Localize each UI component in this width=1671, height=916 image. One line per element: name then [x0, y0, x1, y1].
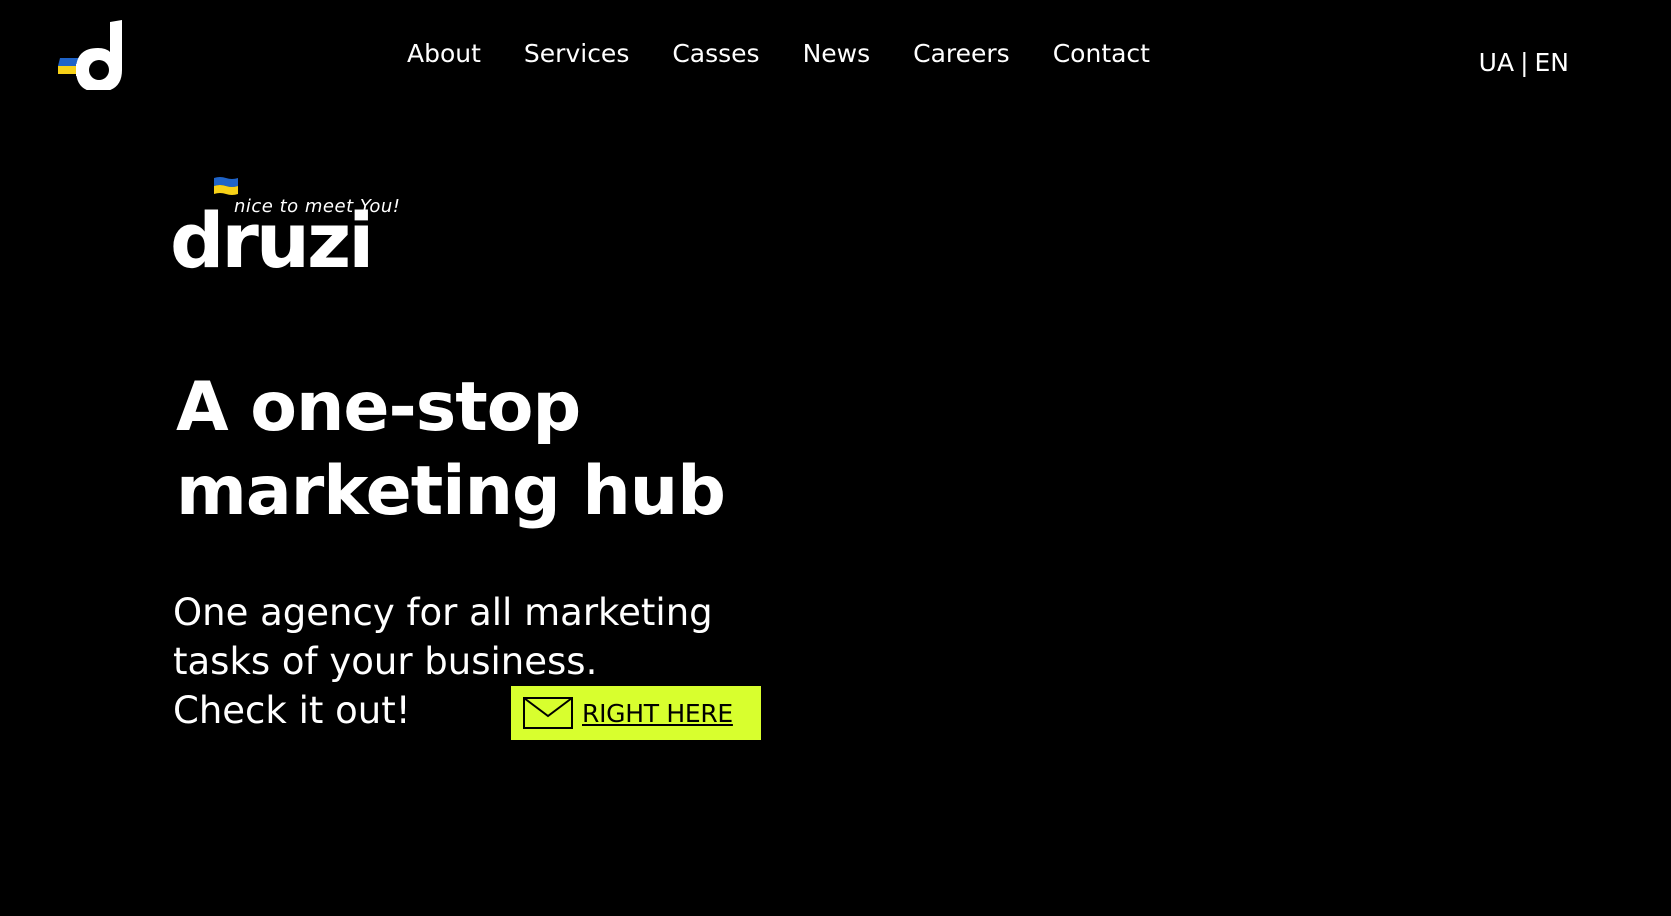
home-logo-icon[interactable]	[58, 20, 128, 90]
hero-subtitle-line-2: tasks of your business.	[173, 640, 598, 683]
nav-casses[interactable]: Casses	[672, 37, 759, 71]
hero-title-line-2: marketing hub	[176, 452, 726, 531]
nav-contact[interactable]: Contact	[1053, 37, 1150, 71]
nav-services[interactable]: Services	[524, 37, 629, 71]
nav-news[interactable]: News	[803, 37, 871, 71]
brand-wordmark: druzi	[170, 196, 374, 285]
right-here-button[interactable]: RIGHT HERE	[511, 686, 761, 740]
hero-title-line-1: A one-stop	[176, 368, 581, 447]
brand-logo: nice to meet You! druzi	[170, 172, 412, 285]
main-nav: About Services Casses News Careers Conta…	[407, 37, 1150, 71]
lang-en-link[interactable]: EN	[1535, 48, 1570, 77]
hero-subtitle-line-1: One agency for all marketing	[173, 591, 713, 634]
ukraine-flag-icon	[214, 177, 238, 195]
language-switcher: UA | EN	[1479, 46, 1569, 80]
nav-careers[interactable]: Careers	[913, 37, 1010, 71]
lang-separator: |	[1520, 48, 1529, 77]
nav-about[interactable]: About	[407, 37, 481, 71]
envelope-icon	[523, 697, 573, 729]
lang-ua-link[interactable]: UA	[1479, 48, 1514, 77]
right-here-label: RIGHT HERE	[582, 698, 733, 728]
hero-title: A one-stop marketing hub	[176, 366, 816, 534]
